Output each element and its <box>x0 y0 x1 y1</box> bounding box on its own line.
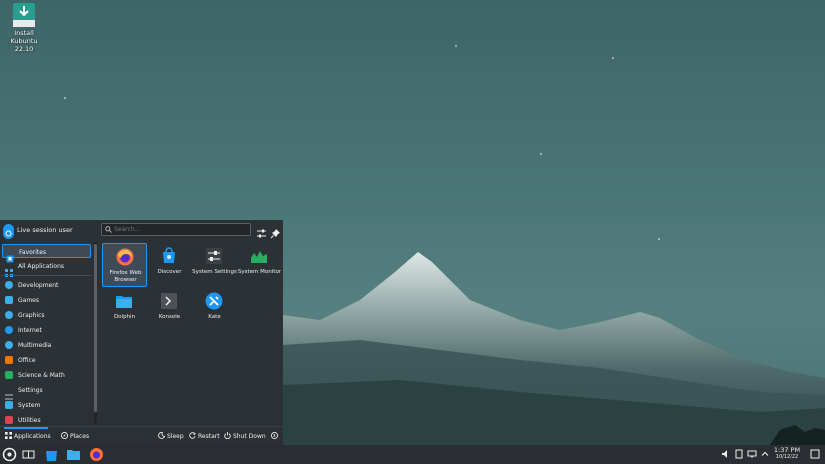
sidebar-item-development[interactable]: Development <box>2 278 91 292</box>
sidebar-item-office[interactable]: Office <box>2 353 91 367</box>
clipboard-icon[interactable] <box>734 449 744 459</box>
scrollbar-thumb[interactable] <box>94 244 97 412</box>
system-icon <box>5 401 13 409</box>
dolphin-icon <box>116 296 132 308</box>
grid-icon <box>5 262 13 277</box>
utilities-icon <box>5 416 13 424</box>
search-input[interactable] <box>114 225 244 234</box>
app-discover[interactable]: Discover <box>147 243 192 287</box>
shutdown-button[interactable]: Shut Down <box>224 432 266 440</box>
virtual-desktops-icon <box>22 450 35 459</box>
leave-button[interactable] <box>271 432 280 440</box>
search-field[interactable] <box>101 223 251 236</box>
application-launcher-button[interactable] <box>2 447 17 462</box>
taskbar-firefox[interactable] <box>89 447 104 462</box>
settings-icon <box>5 386 13 400</box>
folder-icon <box>67 450 80 460</box>
show-desktop-icon[interactable] <box>810 449 820 459</box>
restart-button[interactable]: Restart <box>189 432 220 440</box>
sidebar-item-favorites[interactable]: Favorites <box>2 244 91 263</box>
moon-icon <box>158 432 165 439</box>
configure-button[interactable] <box>256 224 267 238</box>
taskbar-dolphin[interactable] <box>66 447 81 462</box>
clock-date: 10/12/22 <box>775 454 799 460</box>
app-system-settings[interactable]: System Settings <box>192 243 237 287</box>
sidebar-item-system[interactable]: System <box>2 398 91 412</box>
discover-icon <box>46 451 57 461</box>
expand-tray-icon[interactable] <box>760 449 770 459</box>
sidebar-item-internet[interactable]: Internet <box>2 323 91 337</box>
app-konsole[interactable]: Konsole <box>147 288 192 332</box>
sidebar-scrollbar[interactable] <box>94 242 97 424</box>
app-firefox[interactable]: Firefox Web Browser <box>102 243 147 287</box>
firefox-icon <box>116 248 134 266</box>
games-icon <box>5 296 13 304</box>
power-icon <box>224 432 231 439</box>
chevron-icon <box>271 432 278 439</box>
taskbar-discover[interactable] <box>44 447 59 462</box>
system-settings-icon <box>206 248 222 264</box>
compass-icon <box>61 432 68 439</box>
app-dolphin[interactable]: Dolphin <box>102 288 147 332</box>
konsole-icon <box>161 293 177 309</box>
globe-icon <box>5 326 13 334</box>
office-icon <box>5 356 13 364</box>
restart-icon <box>189 432 196 439</box>
taskbar: 1:37 PM 10/12/22 <box>0 445 825 464</box>
discover-icon <box>163 247 175 263</box>
app-kate[interactable]: Kate <box>192 288 237 332</box>
menu-header: Live session user <box>0 220 283 240</box>
firefox-icon <box>90 448 103 461</box>
install-kubuntu-desktop-icon[interactable]: Install Kubuntu 22.10 <box>2 3 46 53</box>
sidebar-item-graphics[interactable]: Graphics <box>2 308 91 322</box>
installer-icon <box>13 3 35 27</box>
kde-launcher-icon <box>2 447 17 462</box>
tab-applications[interactable]: Applications <box>5 432 51 440</box>
category-sidebar: Favorites All Applications Development G… <box>0 242 96 424</box>
sidebar-item-games[interactable]: Games <box>2 293 91 307</box>
sliders-icon <box>257 229 266 238</box>
menu-footer: Applications Places Sleep Restart Shut D… <box>0 426 283 445</box>
sidebar-item-all-applications[interactable]: All Applications <box>2 259 91 277</box>
search-icon <box>105 226 112 233</box>
sidebar-item-multimedia[interactable]: Multimedia <box>2 338 91 352</box>
sidebar-item-utilities[interactable]: Utilities <box>2 413 91 424</box>
multimedia-icon <box>5 341 13 349</box>
application-launcher-menu: Live session user Favorites All Applicat… <box>0 220 283 445</box>
tab-places[interactable]: Places <box>61 432 89 440</box>
star-icon <box>6 248 14 263</box>
install-kubuntu-label: Install Kubuntu 22.10 <box>10 29 38 53</box>
clock-time: 1:37 PM <box>773 446 801 454</box>
volume-icon[interactable] <box>721 449 731 459</box>
applications-icon <box>5 432 12 439</box>
app-system-monitor[interactable]: System Monitor <box>237 243 282 287</box>
system-monitor-icon <box>251 251 267 263</box>
sleep-button[interactable]: Sleep <box>158 432 184 440</box>
kate-icon <box>205 292 223 310</box>
pager-button[interactable] <box>21 447 36 462</box>
sidebar-divider <box>2 275 91 276</box>
pin-icon <box>270 229 280 239</box>
active-tab-indicator <box>4 427 48 429</box>
sidebar-item-science-math[interactable]: Science & Math <box>2 368 91 382</box>
favorites-grid: Firefox Web Browser Discover System Sett… <box>101 242 283 424</box>
graphics-icon <box>5 311 13 319</box>
user-avatar[interactable] <box>3 224 14 239</box>
pin-button[interactable] <box>270 224 281 239</box>
user-name: Live session user <box>17 226 73 234</box>
sidebar-item-settings[interactable]: Settings <box>2 383 91 400</box>
network-icon[interactable] <box>747 449 757 459</box>
development-icon <box>5 281 13 289</box>
digital-clock[interactable]: 1:37 PM 10/12/22 <box>770 446 804 461</box>
science-icon <box>5 371 13 379</box>
